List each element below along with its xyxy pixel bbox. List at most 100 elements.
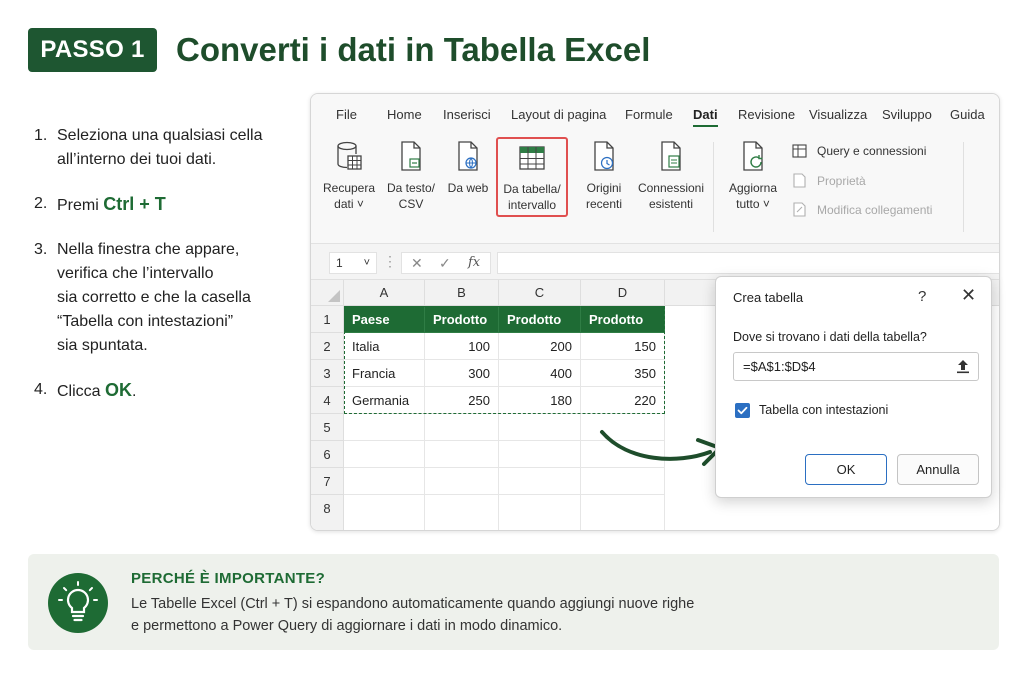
selection-range-marquee	[344, 306, 665, 414]
lightbulb-icon	[48, 573, 108, 633]
formula-input[interactable]	[497, 252, 999, 274]
table-range-icon	[519, 146, 545, 170]
crea-tabella-dialog: Crea tabella ? ✕ Dove si trovano i dati …	[715, 276, 992, 498]
info-text-line-2: e permettono a Power Query di aggiornare…	[131, 618, 563, 634]
tab-inserisci[interactable]: Inserisci	[443, 107, 491, 122]
empty-cell[interactable]	[581, 495, 665, 530]
ribbon-separator	[963, 142, 964, 232]
origini-recenti-button[interactable]: Origini recenti	[579, 140, 629, 212]
row-header-8[interactable]: 8	[311, 495, 344, 530]
row-header-5[interactable]: 5	[311, 414, 344, 441]
range-question-label: Dove si trovano i dati della tabella?	[733, 330, 927, 344]
name-box[interactable]: 1 ˅	[329, 252, 377, 274]
recent-sources-icon	[594, 141, 614, 171]
menu-bar: File Home Inserisci Layout di pagina For…	[311, 94, 999, 134]
info-heading: PERCHÉ È IMPORTANTE?	[131, 570, 326, 587]
cancel-icon[interactable]: ✕	[411, 253, 423, 273]
row-header-7[interactable]: 7	[311, 468, 344, 495]
recupera-dati-button[interactable]: Recupera dati ˅	[321, 140, 377, 212]
more-icon: ⋮	[383, 253, 397, 269]
tab-layout[interactable]: Layout di pagina	[511, 107, 606, 122]
step-2: 2. Premi Ctrl + T	[34, 194, 166, 214]
da-testo-csv-button[interactable]: Da testo/CSV	[383, 140, 439, 212]
ok-keyword: OK	[105, 380, 133, 400]
checkmark-icon	[737, 406, 748, 415]
tab-guida[interactable]: Guida	[950, 107, 985, 122]
modifica-collegamenti-button[interactable]: Modifica collegamenti	[792, 202, 932, 217]
curved-arrow-icon	[600, 430, 722, 466]
ok-button[interactable]: OK	[805, 454, 887, 485]
column-header-c[interactable]: C	[499, 280, 581, 306]
row-header-4[interactable]: 4	[311, 387, 344, 414]
proprieta-button[interactable]: Proprietà	[792, 173, 866, 188]
empty-cell[interactable]	[344, 468, 425, 495]
empty-cell[interactable]	[344, 441, 425, 468]
headers-checkbox-label[interactable]: Tabella con intestazioni	[759, 403, 888, 417]
help-icon[interactable]: ?	[918, 288, 926, 305]
row-header-1[interactable]: 1	[311, 306, 344, 333]
tab-file[interactable]: File	[336, 107, 357, 122]
da-web-button[interactable]: Da web	[443, 140, 493, 196]
shortcut-ctrl-t: Ctrl + T	[103, 194, 166, 214]
chevron-down-icon: ˅	[363, 257, 370, 269]
formula-controls: ✕ ✓ fx	[401, 252, 491, 274]
select-all-corner[interactable]	[311, 280, 344, 306]
info-box: PERCHÉ È IMPORTANTE? Le Tabelle Excel (C…	[28, 554, 999, 650]
empty-cell[interactable]	[425, 495, 499, 530]
page-title: Converti i dati in Tabella Excel	[176, 31, 651, 68]
tab-home[interactable]: Home	[387, 107, 422, 122]
existing-connections-icon	[661, 141, 681, 171]
ribbon-separator	[713, 142, 714, 232]
headers-checkbox[interactable]	[735, 403, 750, 418]
step-1: 1. Seleziona una qualsiasi cella all’int…	[34, 127, 263, 168]
confirm-icon[interactable]: ✓	[439, 253, 451, 273]
column-header-d[interactable]: D	[581, 280, 665, 306]
column-header-b[interactable]: B	[425, 280, 499, 306]
empty-cell[interactable]	[344, 414, 425, 441]
properties-icon	[793, 173, 806, 188]
database-icon	[337, 141, 362, 170]
instruction-steps: 1. Seleziona una qualsiasi cella all’int…	[34, 124, 294, 424]
row-header-6[interactable]: 6	[311, 441, 344, 468]
info-text-line-1: Le Tabelle Excel (Ctrl + T) si espandono…	[131, 596, 695, 612]
range-input[interactable]: =$A$1:$D$4	[733, 352, 979, 381]
ribbon: Recupera dati ˅ Da testo/CSV Da web Da ta…	[311, 134, 999, 244]
column-header-a[interactable]: A	[344, 280, 425, 306]
query-connessioni-button[interactable]: Query e connessioni	[792, 144, 926, 158]
collapse-dialog-icon[interactable]	[956, 359, 970, 374]
step-4: 4. Clicca OK.	[34, 380, 137, 400]
tab-sviluppo[interactable]: Sviluppo	[882, 107, 932, 122]
empty-cell[interactable]	[425, 441, 499, 468]
refresh-all-icon	[743, 141, 763, 171]
tab-visualizza[interactable]: Visualizza	[809, 107, 867, 122]
query-icon	[792, 144, 807, 158]
tab-dati[interactable]: Dati	[693, 107, 718, 127]
empty-cell[interactable]	[499, 414, 581, 441]
empty-cell[interactable]	[344, 495, 425, 530]
empty-cell[interactable]	[499, 441, 581, 468]
empty-cell[interactable]	[581, 468, 665, 495]
da-tabella-intervallo-button[interactable]: Da tabella/intervallo	[496, 137, 568, 217]
row-header-2[interactable]: 2	[311, 333, 344, 360]
edit-links-icon	[793, 202, 806, 217]
step-badge: PASSO 1	[28, 28, 157, 72]
web-file-icon	[458, 141, 478, 171]
page: PASSO 1 Converti i dati in Tabella Excel…	[0, 0, 1024, 683]
text-file-icon	[401, 141, 421, 171]
aggiorna-tutto-button[interactable]: Aggiorna tutto ˅	[721, 140, 785, 212]
connessioni-esistenti-button[interactable]: Connessioni esistenti	[635, 140, 707, 212]
corner-triangle-icon	[328, 290, 340, 302]
step-3: 3. Nella finestra che appare, verifica c…	[34, 241, 251, 354]
row-header-3[interactable]: 3	[311, 360, 344, 387]
empty-cell[interactable]	[425, 414, 499, 441]
tab-revisione[interactable]: Revisione	[738, 107, 795, 122]
cancel-button[interactable]: Annulla	[897, 454, 979, 485]
empty-cell[interactable]	[499, 468, 581, 495]
formula-bar: 1 ˅ ⋮ ✕ ✓ fx	[311, 244, 999, 280]
tab-formule[interactable]: Formule	[625, 107, 673, 122]
insert-function-icon[interactable]: fx	[468, 253, 480, 273]
close-icon[interactable]: ✕	[961, 285, 976, 306]
empty-cell[interactable]	[425, 468, 499, 495]
dialog-title: Crea tabella	[733, 290, 804, 305]
empty-cell[interactable]	[499, 495, 581, 530]
